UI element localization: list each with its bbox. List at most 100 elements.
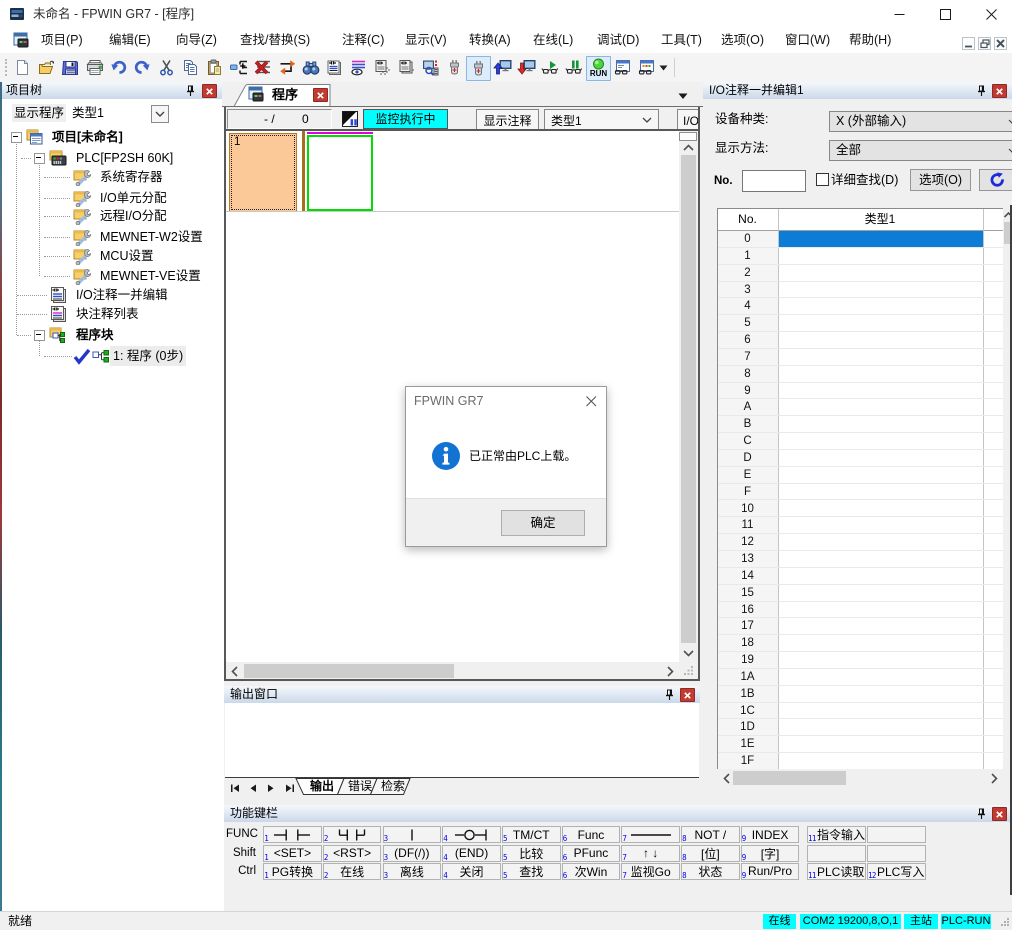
scroll-right-icon[interactable] [667, 666, 674, 677]
print-button[interactable] [83, 56, 106, 79]
table-row[interactable]: 1A [718, 669, 1003, 686]
tab-close-button[interactable] [313, 88, 328, 102]
row-comment-cell[interactable] [778, 298, 982, 314]
row-comment-cell[interactable] [778, 433, 982, 449]
ladder-vscroll-thumb[interactable] [681, 155, 696, 643]
tree-item-label[interactable]: I/O单元分配 [100, 188, 167, 208]
tree-item-label[interactable]: 块注释列表 [76, 304, 139, 324]
mdi-close-button[interactable] [994, 37, 1007, 50]
toolbar-grip[interactable] [5, 59, 9, 76]
mdi-minimize-button[interactable] [962, 37, 975, 50]
table-row[interactable]: D [718, 450, 1003, 467]
show-comment-button[interactable]: 显示注释 [476, 109, 539, 131]
table-row[interactable]: C [718, 433, 1003, 450]
menu-comment[interactable]: 注释(C) [342, 28, 384, 53]
tree-item-io-unit-alloc[interactable]: I/O单元分配 [0, 188, 222, 208]
status-display-button[interactable] [611, 56, 634, 79]
online-button[interactable] [466, 56, 491, 81]
ladder-vscrollbar[interactable] [679, 131, 698, 662]
row-comment-cell[interactable] [778, 484, 982, 500]
tree-item-mewnet-ve[interactable]: MEWNET-VE设置 [0, 266, 222, 286]
tree-item-program-blocks[interactable]: 程序块 [0, 325, 222, 345]
row-comment-cell[interactable] [778, 467, 982, 483]
fkey-shift-empty1[interactable] [807, 845, 866, 862]
cut-button[interactable] [155, 56, 178, 79]
row-comment-cell[interactable] [778, 349, 982, 365]
table-row[interactable]: 5 [718, 315, 1003, 332]
table-row[interactable]: 16 [718, 602, 1003, 619]
download-to-plc-button[interactable] [515, 56, 538, 79]
menu-wizard[interactable]: 向导(Z) [176, 28, 217, 53]
row-comment-cell[interactable] [778, 719, 982, 735]
tree-item-label[interactable]: MEWNET-W2设置 [100, 227, 203, 247]
table-row[interactable]: 12 [718, 534, 1003, 551]
dialog-close-icon[interactable] [586, 396, 597, 407]
table-row[interactable]: 19 [718, 652, 1003, 669]
jump-button[interactable] [275, 56, 298, 79]
table-row[interactable]: 6 [718, 332, 1003, 349]
register-monitor-2-button[interactable] [395, 56, 418, 79]
table-row[interactable]: E [718, 467, 1003, 484]
tree-item-system-registers[interactable]: 系统寄存器 [0, 167, 222, 187]
io-table-hscroll-thumb[interactable] [733, 771, 846, 785]
split-box[interactable] [679, 132, 697, 141]
collapse-icon[interactable] [34, 153, 45, 164]
pin-icon[interactable] [976, 85, 987, 97]
toolbar-more-dropdown[interactable] [656, 56, 670, 79]
window-close-button[interactable] [976, 0, 1006, 28]
mdi-restore-button[interactable] [978, 37, 991, 50]
monitor-stop-button[interactable] [563, 56, 586, 79]
row-comment-cell[interactable] [778, 517, 982, 533]
pin-icon[interactable] [976, 808, 987, 820]
tree-filter-dropdown[interactable] [151, 105, 169, 123]
menu-convert[interactable]: 转换(A) [469, 28, 511, 53]
io-panel-close-button[interactable] [992, 84, 1007, 98]
pin-icon[interactable] [664, 689, 675, 701]
comment-type-select[interactable]: 类型1 [544, 109, 659, 131]
row-comment-cell[interactable] [778, 568, 982, 584]
tree-item-label[interactable]: 系统寄存器 [100, 167, 163, 187]
menu-view[interactable]: 显示(V) [405, 28, 447, 53]
table-row[interactable]: 8 [718, 366, 1003, 383]
row-comment-cell[interactable] [778, 366, 982, 382]
row-comment-cell[interactable] [778, 686, 982, 702]
rung-header-cell[interactable]: 1 [229, 133, 297, 212]
row-comment-cell[interactable] [778, 618, 982, 634]
menu-find-replace[interactable]: 查找/替换(S) [240, 28, 310, 53]
row-comment-cell[interactable] [778, 265, 982, 281]
detail-search-checkbox[interactable] [816, 173, 829, 186]
menu-options[interactable]: 选项(O) [721, 28, 764, 53]
tree-item-io-comment[interactable]: I/O注释一并编辑 [0, 285, 222, 305]
run-mode-button[interactable]: RUN [586, 56, 611, 81]
project-tree-close-button[interactable] [202, 84, 217, 98]
row-comment-cell[interactable] [778, 282, 982, 298]
table-row[interactable]: 2 [718, 265, 1003, 282]
tree-item-remote-io-alloc[interactable]: 远程I/O分配 [0, 206, 222, 226]
row-comment-cell[interactable] [778, 501, 982, 517]
io-table-hscrollbar[interactable] [717, 769, 1004, 786]
new-button[interactable] [11, 56, 34, 79]
tab-list-dropdown[interactable] [678, 93, 688, 100]
collapse-icon[interactable] [11, 132, 22, 143]
tree-item-label[interactable]: 项目[未命名] [52, 127, 123, 147]
comment-display-button[interactable] [347, 56, 370, 79]
table-row[interactable]: 15 [718, 585, 1003, 602]
tree-item-plc[interactable]: PLC[FP2SH 60K] [0, 148, 222, 168]
col-header-no[interactable]: No. [718, 209, 777, 229]
pin-icon[interactable] [185, 85, 196, 97]
output-tab-output[interactable]: 输出 [310, 778, 334, 795]
row-comment-cell[interactable] [778, 399, 982, 415]
scroll-left-icon[interactable] [231, 666, 238, 677]
tab-program-label[interactable]: 程序 [272, 82, 298, 107]
scroll-right-icon[interactable] [991, 773, 998, 784]
window-minimize-button[interactable] [884, 0, 914, 28]
scroll-up-icon[interactable] [683, 144, 694, 151]
table-row[interactable]: 1E [718, 736, 1003, 753]
tree-item-project[interactable]: 项目[未命名] [0, 127, 222, 147]
fkey-shift-empty2[interactable] [867, 845, 926, 862]
detail-search-label[interactable]: 详细查找(D) [831, 170, 898, 190]
row-comment-cell[interactable] [778, 602, 982, 618]
row-comment-cell[interactable] [778, 534, 982, 550]
table-row[interactable]: 14 [718, 568, 1003, 585]
col-header-type[interactable]: 类型1 [778, 209, 982, 229]
